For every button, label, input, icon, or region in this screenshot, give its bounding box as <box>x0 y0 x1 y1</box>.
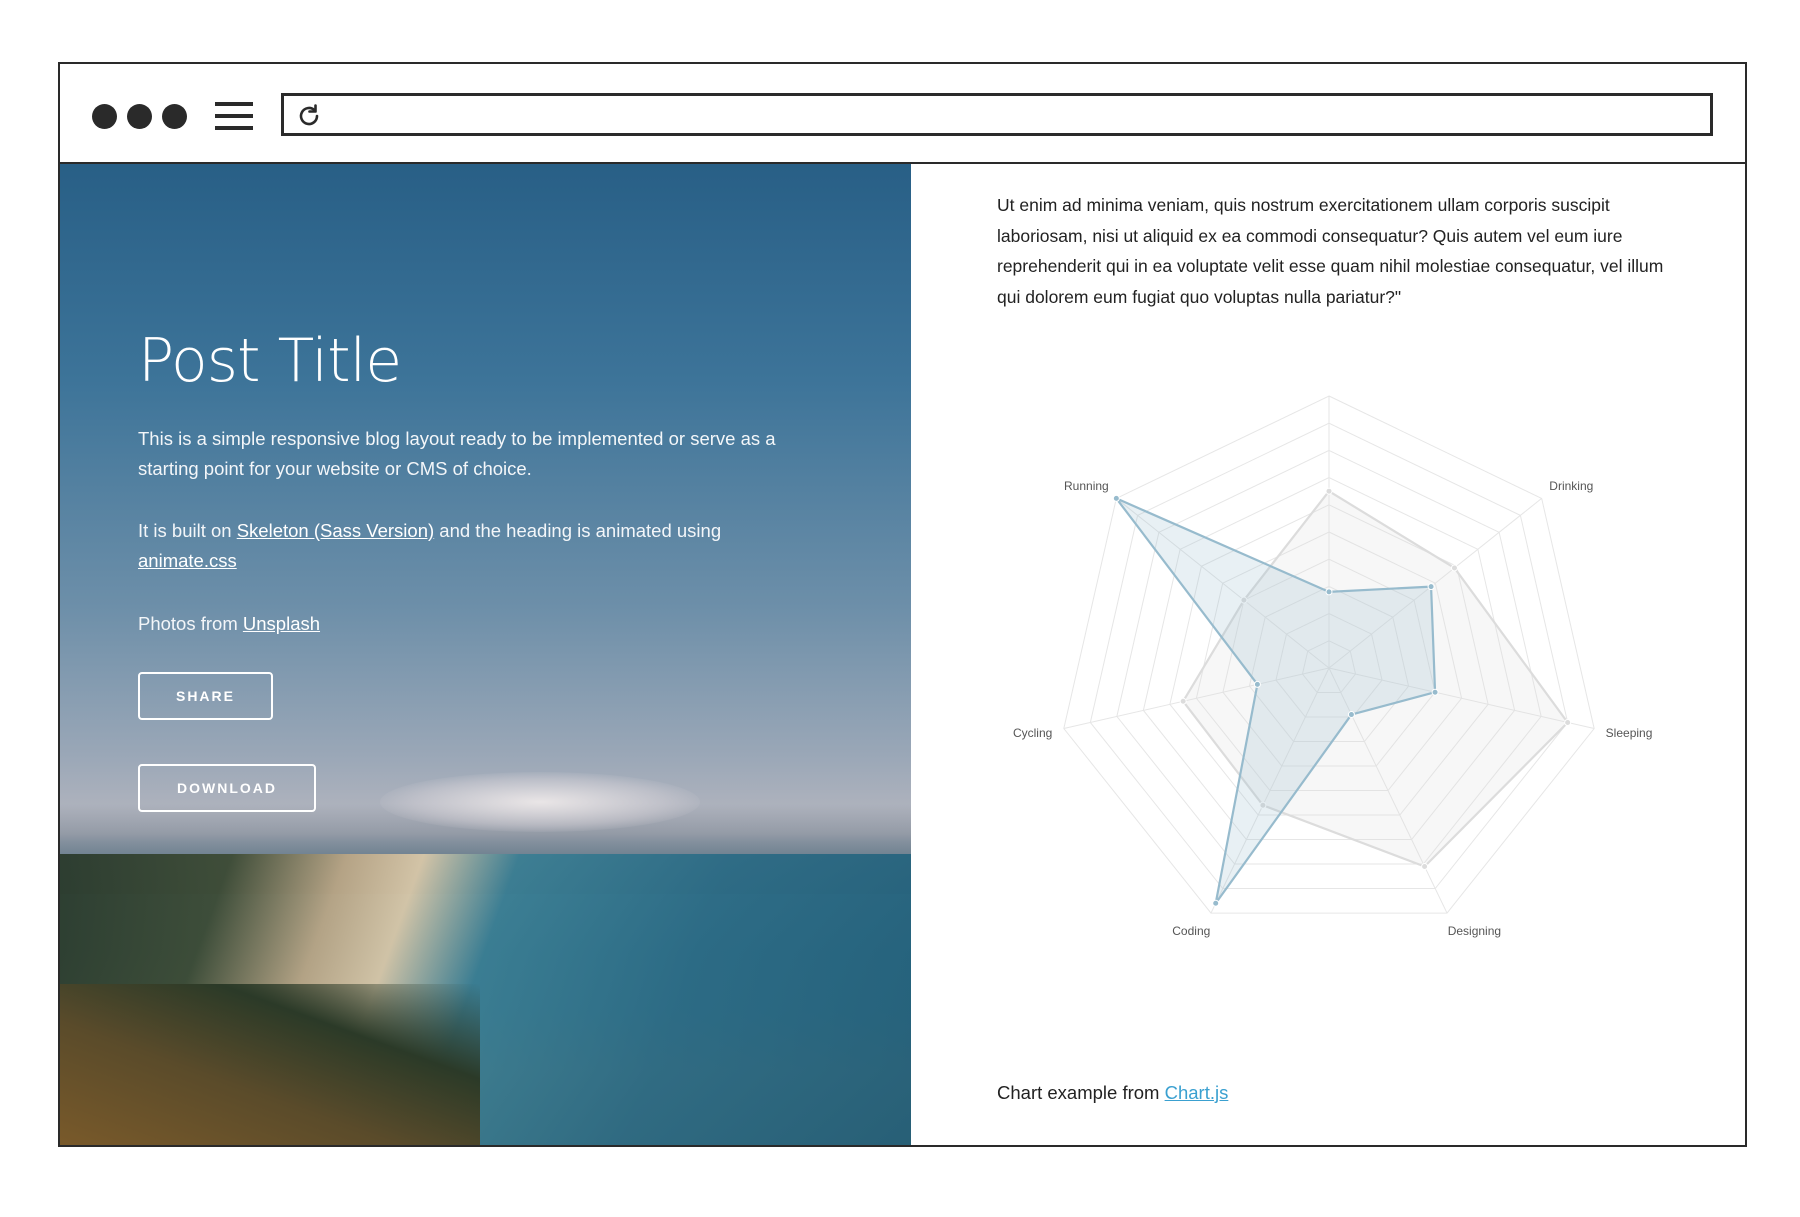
unsplash-link[interactable]: Unsplash <box>243 613 320 634</box>
hero-built-text: It is built on Skeleton (Sass Version) a… <box>138 516 818 576</box>
skeleton-link[interactable]: Skeleton (Sass Version) <box>237 520 434 541</box>
radar-point <box>1325 487 1333 495</box>
radar-axis-label: Cycling <box>1013 726 1052 740</box>
radar-axis-label: Designing <box>1448 924 1501 938</box>
radar-point <box>1212 899 1220 907</box>
browser-toolbar <box>60 64 1745 164</box>
photos-prefix: Photos from <box>138 613 243 634</box>
content-section: Ut enim ad minima veniam, quis nostrum e… <box>911 164 1745 1145</box>
radar-point <box>1450 564 1458 572</box>
reload-icon[interactable] <box>295 102 323 130</box>
radar-point <box>1421 863 1429 871</box>
radar-axis-label: Running <box>1064 479 1109 493</box>
address-bar[interactable] <box>281 93 1713 136</box>
hero-intro: This is a simple responsive blog layout … <box>138 428 776 479</box>
hero-photo-clouds <box>380 772 700 832</box>
window-control-dot[interactable] <box>127 104 152 129</box>
radar-axis-label: Coding <box>1172 924 1210 938</box>
window-control-dot[interactable] <box>92 104 117 129</box>
hamburger-menu-icon[interactable] <box>215 100 253 132</box>
radar-point <box>1253 680 1261 688</box>
radar-point <box>1325 588 1333 596</box>
radar-axis-label: Drinking <box>1549 479 1593 493</box>
quote-paragraph: Ut enim ad minima veniam, quis nostrum e… <box>997 195 1664 307</box>
window-control-dot[interactable] <box>162 104 187 129</box>
radar-point <box>1564 718 1572 726</box>
hero-section: Post Title This is a simple responsive b… <box>60 164 911 1145</box>
radar-axis-label: Sleeping <box>1606 726 1653 740</box>
radar-point <box>1179 697 1187 705</box>
built-prefix: It is built on <box>138 520 237 541</box>
radar-point <box>1112 494 1120 502</box>
share-button[interactable]: SHARE <box>138 672 273 720</box>
radar-point <box>1427 583 1435 591</box>
browser-window: Post Title This is a simple responsive b… <box>58 62 1747 1147</box>
built-middle: and the heading is animated using <box>434 520 722 541</box>
radar-point <box>1431 688 1439 696</box>
chartjs-link[interactable]: Chart.js <box>1165 1082 1229 1103</box>
credit-prefix: Chart example from <box>997 1082 1165 1103</box>
radar-chart: EatingDrinkingSleepingDesigningCodingCyc… <box>1013 395 1653 938</box>
hero-photo-foreground <box>60 984 480 1145</box>
animate-css-link[interactable]: animate.css <box>138 550 237 571</box>
chart-credit: Chart example from Chart.js <box>997 1082 1228 1104</box>
radar-point <box>1347 711 1355 719</box>
post-title: Post Title <box>138 326 402 396</box>
download-button[interactable]: DOWNLOAD <box>138 764 316 812</box>
hero-photos-text: Photos from Unsplash <box>138 609 818 639</box>
